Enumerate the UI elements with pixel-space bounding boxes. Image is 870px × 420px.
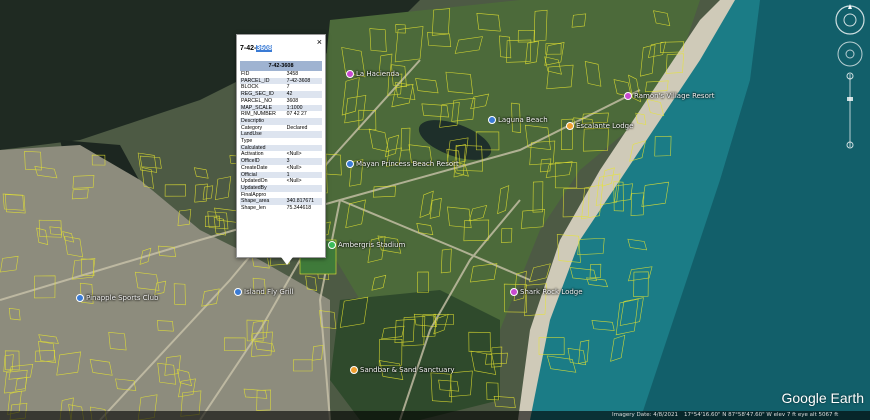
attribute-key: Category: [241, 124, 263, 131]
place-pin-icon: [566, 122, 574, 130]
satellite-imagery[interactable]: [0, 0, 870, 420]
attribute-value: Declared: [286, 124, 308, 131]
place-pin-icon: [510, 288, 518, 296]
place-label[interactable]: Pinapple Sports Club: [76, 294, 158, 302]
attribute-row: FID 3458: [240, 71, 322, 78]
attribute-table: 7-42-3608 FID 3458 PARCEL_ID 7-42-3608 BLOCK…: [240, 61, 322, 212]
place-pin-icon: [234, 288, 242, 296]
attribute-value: 340.817671: [285, 198, 322, 206]
attribute-row: REG_SEC_ID 42: [240, 91, 322, 98]
attribute-value: [285, 117, 322, 125]
zoom-slider[interactable]: [846, 72, 854, 149]
attribute-row: OfficeID 3: [240, 158, 322, 165]
attribute-key: Shape_len: [241, 205, 266, 212]
attribute-key: FinalAppro: [241, 191, 267, 198]
compass-icon[interactable]: [835, 4, 865, 35]
attribute-key: Descriptio: [240, 117, 286, 125]
attribute-row: Official 1: [240, 171, 322, 179]
attribute-row: Activation <Null>: [240, 151, 322, 158]
google-earth-logo: Google Earth: [781, 390, 865, 406]
attribute-key: Shape_area: [240, 198, 286, 206]
place-label[interactable]: Escalante Lodge: [566, 122, 633, 130]
attribute-value: [286, 138, 322, 145]
attribute-key: REG_SEC_ID: [240, 91, 286, 98]
navigation-controls[interactable]: [834, 2, 866, 152]
attribute-value: <Null>: [286, 151, 302, 158]
attribute-row: Type: [240, 138, 322, 145]
attribute-table-header: 7-42-3608: [240, 61, 322, 71]
place-pin-icon: [346, 160, 354, 168]
attribute-row: FinalAppro: [240, 192, 322, 199]
place-pin-icon: [346, 70, 354, 78]
popup-title-highlight: 3608: [256, 45, 272, 52]
attribute-key: CreateDate: [241, 164, 268, 171]
map-view[interactable]: La Hacienda Ramon's Village Resort Lagun…: [0, 0, 870, 420]
place-pin-icon: [350, 366, 358, 374]
place-label[interactable]: Shark Rock Lodge: [510, 288, 583, 296]
place-label[interactable]: Mayan Princess Beach Resort: [346, 160, 459, 168]
attribute-row: BLOCK 7: [240, 84, 322, 91]
attribute-key: BLOCK: [241, 84, 259, 91]
attribute-value: 7-42-3608: [285, 77, 322, 85]
place-pin-icon: [328, 241, 336, 249]
attribute-row: Category Declared: [240, 125, 322, 132]
place-pin-icon: [624, 92, 632, 100]
attribute-value: 75.344618: [286, 205, 312, 212]
place-label[interactable]: Sandbar & Sand Sanctuary: [350, 366, 454, 374]
attribute-row: RIM_NUMBER 07 42 27: [240, 111, 322, 118]
attribute-value: 1: [285, 171, 322, 179]
place-label[interactable]: La Hacienda: [346, 70, 399, 78]
attribute-row: LandUse: [240, 131, 322, 139]
attribute-key: MAP_SCALE: [240, 104, 286, 112]
status-bar: Imagery Date: 4/8/2021 17°54'16.60" N 87…: [0, 411, 870, 420]
attribute-value: 42: [285, 91, 322, 98]
place-label[interactable]: Island Fly Grill: [234, 288, 294, 296]
attribute-key: FID: [241, 71, 250, 77]
attribute-value: 07 42 27: [286, 111, 307, 118]
attribute-key: Type: [241, 138, 253, 145]
attribute-key: PARCEL_ID: [240, 77, 286, 85]
attribute-row: Descriptio: [240, 117, 322, 125]
attribute-value: 7: [286, 84, 290, 91]
attribute-row: Calculated: [240, 144, 322, 152]
attribute-row: PARCEL_NO 3608: [240, 98, 322, 105]
attribute-key: PARCEL_NO: [241, 97, 273, 104]
attribute-value: <Null>: [286, 164, 302, 171]
attribute-value: [286, 192, 322, 199]
coordinates-readout: 17°54'16.60" N 87°58'47.60" W elev 7 ft …: [684, 412, 839, 418]
close-icon[interactable]: ×: [317, 37, 322, 47]
popup-title: 7-42-3608: [240, 45, 272, 52]
attribute-key: Calculated: [240, 144, 286, 152]
attribute-value: [285, 184, 322, 192]
attribute-key: UpdatedOn: [241, 178, 268, 185]
attribute-value: 3608: [286, 97, 299, 104]
place-pin-icon: [76, 294, 84, 302]
place-label[interactable]: Ambergris Stadium: [328, 241, 405, 249]
attribute-key: RIM_NUMBER: [241, 111, 276, 118]
attribute-value: 1:1000: [285, 104, 322, 112]
attribute-row: CreateDate <Null>: [240, 165, 322, 172]
attribute-key: Official: [240, 171, 286, 179]
place-label[interactable]: Laguna Beach: [488, 116, 548, 124]
attribute-key: LandUse: [240, 131, 286, 139]
attribute-row: Shape_area 340.817671: [240, 198, 322, 206]
attribute-row: Shape_len 75.344618: [240, 205, 322, 212]
attribute-key: Activation: [241, 151, 264, 158]
attribute-row: UpdatedOn <Null>: [240, 178, 322, 185]
place-pin-icon: [488, 116, 496, 124]
imagery-date: Imagery Date: 4/8/2021: [612, 412, 678, 418]
attribute-value: [285, 144, 322, 152]
attribute-value: [285, 131, 322, 139]
attribute-value: <Null>: [286, 178, 302, 185]
attribute-row: MAP_SCALE 1:1000: [240, 104, 322, 112]
attribute-key: OfficeID: [240, 158, 286, 165]
look-joystick-icon[interactable]: [837, 41, 863, 67]
attribute-value: 3458: [286, 71, 299, 77]
attribute-row: UpdatedBy: [240, 184, 322, 192]
attribute-key: UpdatedBy: [240, 184, 286, 192]
parcel-info-popup[interactable]: 7-42-3608 × 7-42-3608 FID 3458 PARCEL_ID 7-…: [236, 34, 326, 265]
place-label[interactable]: Ramon's Village Resort: [624, 92, 714, 100]
attribute-row: PARCEL_ID 7-42-3608: [240, 77, 322, 85]
attribute-value: 3: [285, 158, 322, 165]
